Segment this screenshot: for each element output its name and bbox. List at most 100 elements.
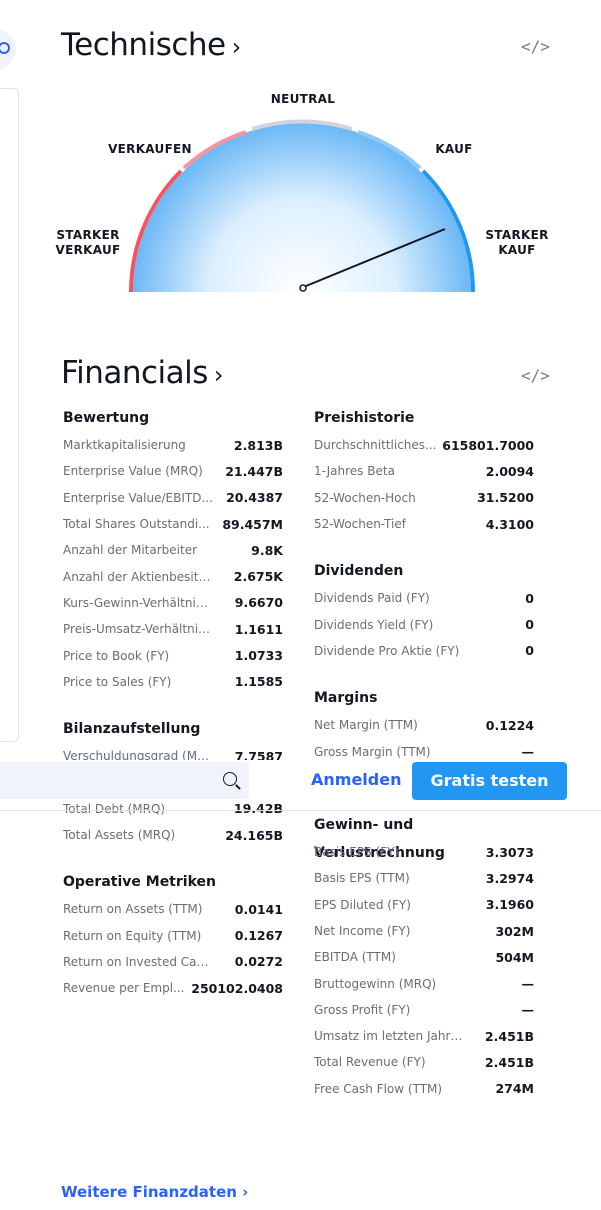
metric-value: — bbox=[521, 744, 535, 760]
metric-value: — bbox=[521, 1002, 535, 1018]
financial-row: EPS Diluted (FY) 3.1960 bbox=[314, 892, 534, 918]
gauge-label-strong-sell-line1: STARKER bbox=[56, 228, 120, 242]
financial-row: Return on Assets (TTM) 0.0141 bbox=[63, 896, 283, 922]
gauge-label-neutral: NEUTRAL bbox=[270, 92, 336, 106]
metric-label: EBITDA (TTM) bbox=[314, 950, 396, 965]
financials-left-column: Bewertung Marktkapitalisierung 2.813B Enter… bbox=[63, 404, 283, 1001]
metric-label: EPS Diluted (FY) bbox=[314, 897, 411, 912]
metric-label: Return on Equity (TTM) bbox=[63, 928, 202, 943]
metric-value: 0 bbox=[525, 617, 534, 633]
metric-label: Total Debt (MRQ) bbox=[63, 801, 166, 816]
financial-row: Total Revenue (FY) 2.451B bbox=[314, 1049, 534, 1075]
metric-value: 20.4387 bbox=[226, 490, 283, 506]
technicals-title-text: Technische bbox=[61, 27, 226, 63]
search-input[interactable] bbox=[0, 762, 249, 799]
metric-value: 0 bbox=[525, 590, 534, 606]
free-trial-button[interactable]: Gratis testen bbox=[412, 762, 567, 800]
financial-row: Net Income (FY) 302M bbox=[314, 918, 534, 944]
financial-row: Kurs-Gewinn-Verhältnis (... 9.6670 bbox=[63, 590, 283, 616]
metric-value: 4.3100 bbox=[485, 516, 534, 532]
metric-value: 21.447B bbox=[225, 463, 283, 479]
financial-row: Free Cash Flow (TTM) 274M bbox=[314, 1076, 534, 1102]
chevron-right-icon: › bbox=[231, 33, 242, 61]
metric-label: Price to Book (FY) bbox=[63, 648, 170, 663]
metric-label: Total Shares Outstandi... bbox=[63, 517, 210, 532]
financial-row: Dividende Pro Aktie (FY) 0 bbox=[314, 638, 534, 664]
metric-label: Marktkapitalisierung bbox=[63, 438, 186, 453]
metric-value: 615801.7000 bbox=[442, 437, 534, 453]
financial-row: Price to Book (FY) 1.0733 bbox=[63, 642, 283, 668]
embed-code-icon[interactable]: </> bbox=[521, 37, 550, 56]
group-title: Bewertung bbox=[63, 410, 150, 426]
metric-value: 19.42B bbox=[233, 801, 283, 817]
metric-value: 302M bbox=[495, 923, 534, 939]
metric-label: 52-Wochen-Hoch bbox=[314, 490, 416, 505]
metric-label: Durchschnittliches... bbox=[314, 438, 437, 453]
metric-label: Price to Sales (FY) bbox=[63, 674, 172, 689]
metric-label: Dividende Pro Aktie (FY) bbox=[314, 643, 460, 658]
search-icon[interactable] bbox=[223, 772, 237, 786]
financial-row: Net Margin (TTM) 0.1224 bbox=[314, 712, 534, 738]
metric-label: Total Revenue (FY) bbox=[314, 1055, 426, 1070]
gauge-pivot bbox=[299, 284, 307, 292]
metric-label: Net Margin (TTM) bbox=[314, 718, 418, 733]
financial-row: Bruttogewinn (MRQ) — bbox=[314, 970, 534, 996]
metric-value: 0.0272 bbox=[234, 954, 283, 970]
financial-row: Preis-Umsatz-Verhältnis ... 1.1611 bbox=[63, 616, 283, 642]
metric-value: 89.457M bbox=[222, 516, 283, 532]
metric-value: 1.1611 bbox=[234, 621, 283, 637]
metric-label: Enterprise Value/EBITD... bbox=[63, 490, 213, 505]
financial-row: Revenue per Empl... 250102.0408 bbox=[63, 975, 283, 1001]
metric-value: 2.451B bbox=[484, 1054, 534, 1070]
gauge-label-strong-sell: STARKER VERKAUF bbox=[50, 228, 126, 258]
metric-value: 2.675K bbox=[233, 569, 283, 585]
metric-label: Dividends Yield (FY) bbox=[314, 617, 434, 632]
financial-row: 52-Wochen-Hoch 31.5200 bbox=[314, 485, 534, 511]
financial-row: Dividends Yield (FY) 0 bbox=[314, 611, 534, 637]
metric-value: 274M bbox=[495, 1081, 534, 1097]
more-financials-link[interactable]: Weitere Finanzdaten › bbox=[61, 1183, 248, 1201]
gauge-label-buy: KAUF bbox=[435, 142, 473, 156]
gauge-label-strong-sell-line2: VERKAUF bbox=[55, 243, 121, 257]
metric-value: 24.165B bbox=[225, 827, 283, 843]
bottom-bar: Anmelden Gratis testen bbox=[0, 760, 601, 802]
group-title: Bilanzaufstellung bbox=[63, 720, 201, 737]
left-panel-button[interactable] bbox=[0, 28, 16, 70]
metric-value: 2.0094 bbox=[485, 463, 534, 479]
gauge-label-sell: VERKAUFEN bbox=[108, 142, 192, 156]
financial-row: Price to Sales (FY) 1.1585 bbox=[63, 669, 283, 695]
technicals-gauge bbox=[128, 119, 476, 293]
metric-value: 9.6670 bbox=[234, 595, 283, 611]
metric-label: Gross Margin (TTM) bbox=[314, 744, 431, 759]
group-title: Operative Metriken bbox=[63, 874, 216, 891]
metric-value: 250102.0408 bbox=[191, 980, 283, 996]
technicals-title[interactable]: Technische › bbox=[61, 27, 241, 63]
login-button[interactable]: Anmelden bbox=[311, 770, 401, 789]
metric-label: Bruttogewinn (MRQ) bbox=[314, 976, 437, 991]
metric-label: Anzahl der Aktienbesitzer bbox=[63, 569, 213, 584]
metric-value: 3.2974 bbox=[485, 870, 534, 886]
financials-title[interactable]: Financials › bbox=[61, 355, 224, 391]
financial-row: Basis EPS (TTM) 3.2974 bbox=[314, 865, 534, 891]
metric-label: 52-Wochen-Tief bbox=[314, 517, 406, 532]
metric-value: 0 bbox=[525, 643, 534, 659]
financial-row: EBITDA (TTM) 504M bbox=[314, 944, 534, 970]
metric-value: 9.8K bbox=[251, 542, 283, 558]
metric-label: Dividends Paid (FY) bbox=[314, 591, 430, 606]
metric-value: 0.1224 bbox=[485, 717, 534, 733]
financial-row: Return on Invested Capit... 0.0272 bbox=[63, 949, 283, 975]
metric-label: Free Cash Flow (TTM) bbox=[314, 1081, 443, 1096]
metric-label: Preis-Umsatz-Verhältnis ... bbox=[63, 622, 213, 637]
metric-label: Net Income (FY) bbox=[314, 924, 411, 938]
metric-label: Gross Profit (FY) bbox=[314, 1002, 411, 1017]
metric-label: Revenue per Empl... bbox=[63, 981, 185, 996]
metric-label: Basis EPS (FY) bbox=[314, 845, 400, 860]
embed-code-icon[interactable]: </> bbox=[521, 366, 550, 385]
metric-value: 2.451B bbox=[484, 1028, 534, 1044]
metric-label: Basis EPS (TTM) bbox=[314, 871, 410, 886]
metric-value: 504M bbox=[495, 949, 534, 965]
financial-row: Marktkapitalisierung 2.813B bbox=[63, 432, 283, 458]
financial-row: Durchschnittliches... 615801.7000 bbox=[314, 432, 534, 458]
metric-value: 1.1585 bbox=[234, 674, 283, 690]
metric-label: Umsatz im letzten Jahr (... bbox=[314, 1029, 464, 1044]
